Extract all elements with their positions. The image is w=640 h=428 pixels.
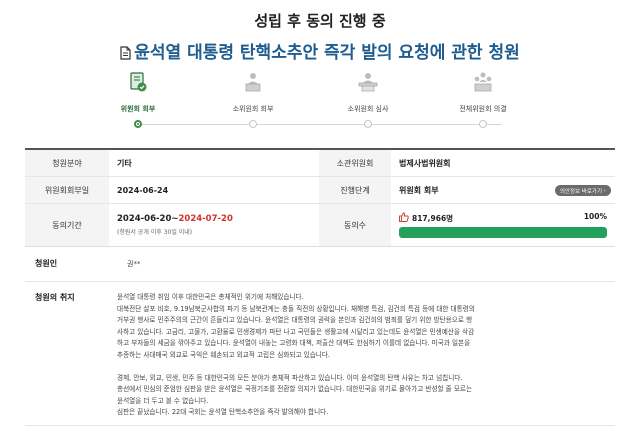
status-heading: 성립 후 동의 진행 중 bbox=[254, 12, 386, 30]
progress-line bbox=[138, 124, 502, 125]
petitioner-label: 청원인 bbox=[35, 259, 58, 268]
page-title-text: 윤석열 대통령 탄핵소추안 즉각 발의 요청에 관한 청원 bbox=[134, 43, 520, 63]
purpose-line: 하고 부자들의 세금을 깎아주고 있습니다. 윤석열이 내놓는 고령화 대책, … bbox=[117, 339, 471, 348]
period-start: 2024-06-20~ bbox=[117, 214, 179, 224]
step-label: 전체위원회 의결 bbox=[459, 105, 507, 113]
info-row-field: 청원분야 기타 소관위원회 법제사법위원회 bbox=[25, 150, 615, 177]
progress-steps: 위원회 회부 소위원회 회부 소위원회 심사 전체위원회 의결 bbox=[110, 70, 530, 132]
petition-info-table: 청원분야 기타 소관위원회 법제사법위원회 위원회회부일 2024-06-24 … bbox=[25, 148, 615, 247]
purpose-line: 사하고 있습니다. 고금리, 고물가, 고환율로 민생경제가 파탄 나고 국민들… bbox=[117, 327, 475, 336]
step-subcommittee-referral: 소위원회 회부 bbox=[208, 70, 298, 128]
purpose-body: 윤석열 대통령 취임 이후 대한민국은 총체적인 위기에 처해있습니다. 대북전단… bbox=[117, 292, 605, 419]
votes-percent: 100% bbox=[583, 212, 607, 221]
bill-info-shortcut-button[interactable]: 의안정보 바로가기 › bbox=[554, 185, 611, 196]
purpose-line: 윤석열 대통령 취임 이후 대한민국은 총체적인 위기에 처해있습니다. bbox=[117, 293, 304, 301]
step-dot bbox=[249, 120, 257, 128]
step-committee-referral: 위원회 회부 bbox=[93, 70, 183, 128]
field-label: 청원분야 bbox=[25, 150, 109, 176]
document-check-icon bbox=[126, 70, 150, 94]
stage-value-cell: 위원회 회부 의안정보 바로가기 › bbox=[391, 177, 615, 203]
field-value: 기타 bbox=[117, 158, 132, 168]
info-row-period: 동의기간 2024-06-20~2024-07-20 (청원서 공개 이후 30… bbox=[25, 204, 615, 246]
votes-progress-bar bbox=[399, 227, 607, 238]
step-full-committee-vote: 전체위원회 의결 bbox=[438, 70, 528, 128]
committee-value: 법제사법위원회 bbox=[399, 158, 451, 168]
document-icon bbox=[120, 45, 131, 65]
step-subcommittee-review: 소위원회 심사 bbox=[323, 70, 413, 128]
step-label: 소위원회 심사 bbox=[347, 105, 389, 113]
purpose-label: 청원의 취지 bbox=[35, 293, 75, 302]
period-value: 2024-06-20~2024-07-20 (청원서 공개 이후 30일 이내) bbox=[109, 204, 319, 246]
chevron-right-icon: › bbox=[603, 187, 606, 194]
page-title: 윤석열 대통령 탄핵소추안 즉각 발의 요청에 관한 청원 bbox=[0, 38, 640, 65]
info-row-referral: 위원회회부일 2024-06-24 진행단계 위원회 회부 의안정보 바로가기 … bbox=[25, 177, 615, 204]
purpose-line: 윤석열을 더 두고 볼 수 없습니다. bbox=[117, 396, 209, 405]
step-label: 소위원회 회부 bbox=[232, 105, 274, 113]
purpose-line: 총선에서 민심의 준엄한 심판을 받은 윤석열은 국정기조를 전환할 의지가 없… bbox=[117, 385, 473, 394]
petitioner-value: 권** bbox=[127, 260, 141, 268]
period-label: 동의기간 bbox=[25, 204, 109, 246]
stage-label: 진행단계 bbox=[319, 177, 391, 203]
referral-date-value: 2024-06-24 bbox=[117, 185, 169, 195]
period-note: (청원서 공개 이후 30일 이내) bbox=[117, 229, 193, 236]
step-dot bbox=[479, 120, 487, 128]
step-dot bbox=[364, 120, 372, 128]
purpose-section: 청원의 취지 윤석열 대통령 취임 이후 대한민국은 총체적인 위기에 처해있습… bbox=[25, 292, 615, 428]
votes-label: 동의수 bbox=[319, 204, 391, 246]
podium-icon bbox=[241, 70, 265, 94]
divider bbox=[25, 425, 615, 426]
referral-date-label: 위원회회부일 bbox=[25, 177, 109, 203]
step-label: 위원회 회부 bbox=[120, 105, 156, 113]
step-dot bbox=[134, 120, 142, 128]
bill-info-shortcut-label: 의안정보 바로가기 bbox=[559, 188, 603, 195]
committee-label: 소관위원회 bbox=[319, 150, 391, 176]
votes-count: 817,966명 bbox=[412, 213, 454, 223]
purpose-line: 경제, 안보, 외교, 민생, 민주 등 대한민국의 모든 분야가 총체적 파산… bbox=[117, 373, 463, 382]
petitioner-section: 청원인 권** bbox=[25, 258, 615, 282]
committee-icon bbox=[471, 70, 495, 94]
purpose-line: 심판은 끝났습니다. 22대 국회는 윤석열 탄핵소추안을 즉각 발의해야 합니… bbox=[117, 408, 329, 417]
votes-box: 817,966명 100% bbox=[391, 204, 615, 246]
purpose-line: 대북전단 살포 비호, 9.19남북군사합의 파기 등 남북관계는 충돌 직전의… bbox=[117, 304, 475, 313]
reviewer-icon bbox=[356, 70, 380, 94]
stage-value: 위원회 회부 bbox=[399, 185, 439, 195]
thumbs-up-icon bbox=[399, 212, 409, 224]
purpose-line: 거부권 행사로 민주주의의 근간이 흔들리고 있습니다. 윤석열은 대통령의 권… bbox=[117, 316, 473, 325]
purpose-line: 추종하는 사대매국 외교로 국익은 훼손되고 외교적 고립은 심화되고 있습니다… bbox=[117, 350, 330, 359]
period-end: 2024-07-20 bbox=[178, 214, 233, 224]
votes-progress-fill bbox=[399, 227, 607, 238]
